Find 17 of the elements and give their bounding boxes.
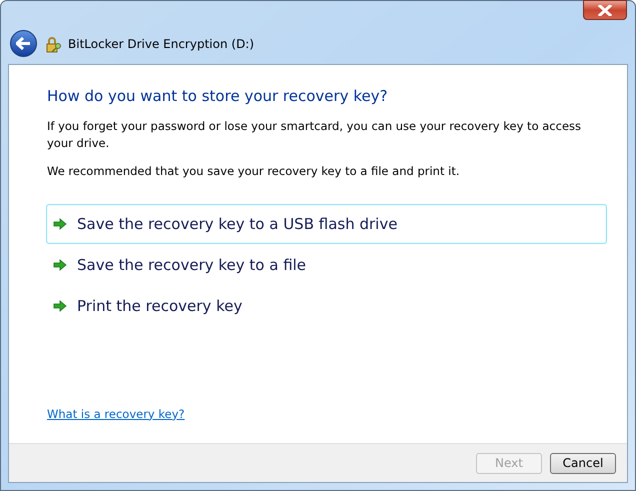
arrow-icon [53,258,67,271]
close-icon [598,4,612,16]
back-arrow-icon [16,37,31,50]
dialog-button[interactable]: Cancel [550,452,616,474]
padlock-key-icon [46,37,62,53]
instruction-text: If you forget your password or lose your smartcard, you can use your recovery key to access your drive. [47,118,582,152]
command-link[interactable]: Save the recovery key to a USB flash drive [46,204,607,244]
window-title: BitLocker Drive Encryption (D:) [68,36,254,53]
command-link[interactable]: Save the recovery key to a file [46,244,607,285]
help-link[interactable]: What is a recovery key? [47,406,185,423]
arrow-icon [53,300,67,312]
back-button[interactable] [10,30,37,57]
instruction-text: We recommended that you save your recovery key to a file and print it. [47,162,460,180]
arrow-icon [53,218,67,230]
command-link[interactable]: Print the recovery key [46,286,607,326]
page-heading: How do you want to store your recovery key? [47,86,389,106]
close-button[interactable] [583,0,627,20]
